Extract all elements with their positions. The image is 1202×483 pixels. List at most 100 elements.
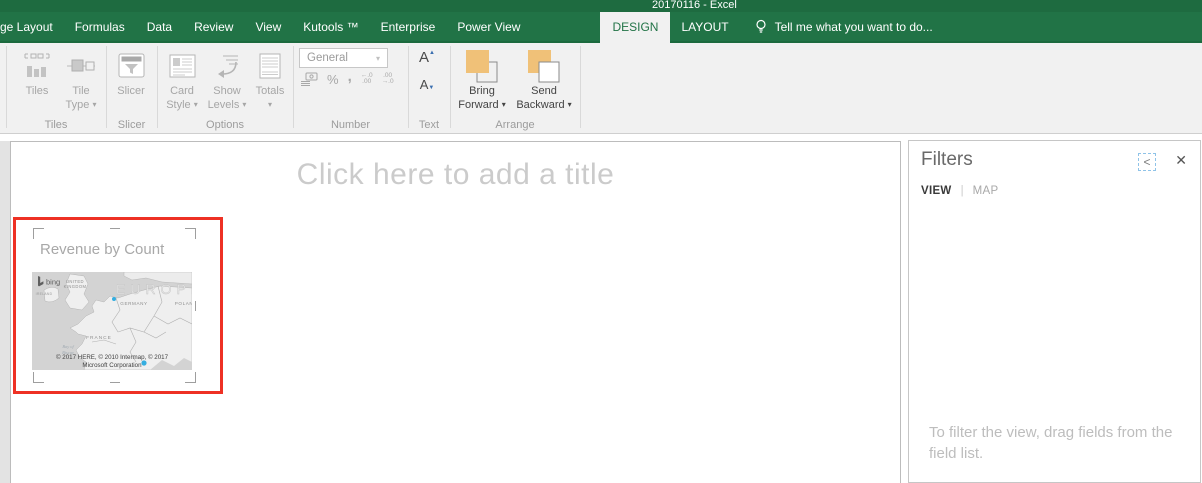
group-separator: [6, 46, 7, 128]
close-panel-button[interactable]: ✕: [1175, 152, 1187, 169]
tile-type-label-2: Type: [66, 99, 90, 111]
dropdown-arrow-icon: ▾: [194, 100, 198, 109]
options-group-label: Options: [157, 119, 293, 131]
dropdown-arrow-icon: ▾: [242, 100, 246, 109]
map-attribution-1: © 2017 HERE, © 2010 Intermap, © 2017: [56, 354, 169, 361]
decrease-font-size-button[interactable]: A▼: [412, 76, 442, 102]
map-label-kingdom: KINGDOM: [64, 284, 87, 289]
europe-map-image: EUROPE bing UNITED KINGDOM IRELAND GERMA…: [32, 272, 192, 370]
selection-handle[interactable]: [185, 228, 196, 239]
send-backward-label-2: Backward: [516, 99, 564, 111]
map-label-bay-1: Bay of: [62, 344, 74, 349]
group-separator: [408, 46, 409, 128]
decrease-decimal-bottom: →.0: [382, 78, 394, 85]
filters-tab-map[interactable]: MAP: [973, 185, 999, 197]
map-label-ireland: IRELAND: [36, 292, 53, 296]
tab-kutools[interactable]: Kutools ™: [292, 12, 369, 41]
filters-panel-title: Filters: [921, 149, 973, 171]
number-format-value: General: [307, 52, 348, 64]
selection-handle[interactable]: [33, 372, 44, 383]
group-separator: [293, 46, 294, 128]
filters-tab-view[interactable]: VIEW: [921, 185, 952, 197]
tab-power-view[interactable]: Power View: [446, 12, 531, 41]
map-data-point[interactable]: [112, 297, 116, 301]
bring-forward-label-2: Forward: [458, 99, 498, 111]
selection-handle[interactable]: [33, 228, 44, 239]
percent-style-button[interactable]: %: [327, 72, 339, 87]
map-region-label: EUROPE: [116, 281, 192, 297]
tab-review[interactable]: Review: [183, 12, 244, 41]
send-backward-icon: [526, 49, 562, 83]
bing-logo-text: bing: [46, 278, 60, 287]
card-style-label-2: Style: [166, 99, 190, 111]
dropdown-arrow-icon: ▾: [568, 100, 572, 109]
selection-handle[interactable]: [110, 382, 120, 383]
map-label-france: FRANCE: [86, 335, 112, 341]
group-separator: [580, 46, 581, 128]
dropdown-arrow-icon: ▾: [502, 100, 506, 109]
tab-view[interactable]: View: [244, 12, 292, 41]
grow-font-triangle-icon: ▲: [429, 50, 435, 56]
number-format-select[interactable]: General ▾: [299, 48, 388, 68]
filters-placeholder-text: To filter the view, drag fields from the…: [929, 422, 1187, 464]
shrink-font-triangle-icon: ▼: [428, 85, 434, 91]
close-icon: ✕: [1175, 152, 1187, 168]
tell-me-label: Tell me what you want to do...: [775, 20, 933, 34]
ribbon-tab-bar: ge Layout Formulas Data Review View Kuto…: [0, 12, 1202, 43]
group-separator: [106, 46, 107, 128]
excel-window: 20170116 - Excel ge Layout Formulas Data…: [0, 0, 1202, 483]
tiles-group-label: Tiles: [6, 119, 106, 131]
tab-separator: |: [961, 185, 964, 197]
bring-forward-icon: [464, 49, 500, 83]
show-levels-label-1: Show: [213, 85, 241, 97]
combo-dropdown-icon: ▾: [370, 50, 386, 66]
collapse-panel-button[interactable]: <: [1138, 153, 1156, 171]
text-group-label: Text: [408, 119, 450, 131]
number-icons-row: % , ←.0 .00 .00 →.0: [300, 71, 403, 87]
group-separator: [450, 46, 451, 128]
tiles-icon: [24, 53, 50, 79]
window-title: 20170116 - Excel: [652, 0, 737, 12]
map-attribution-2: Microsoft Corporation: [82, 362, 142, 369]
slicer-group-label: Slicer: [106, 119, 157, 131]
show-levels-label-2: Levels: [208, 99, 240, 111]
tab-enterprise[interactable]: Enterprise: [370, 12, 447, 41]
tab-formulas[interactable]: Formulas: [64, 12, 136, 41]
tell-me-box[interactable]: Tell me what you want to do...: [754, 12, 933, 41]
selection-handle[interactable]: [195, 301, 196, 311]
collapse-chevron-icon: <: [1143, 155, 1150, 169]
title-bar: 20170116 - Excel: [0, 0, 1202, 12]
card-style-icon: [169, 54, 196, 78]
tab-data[interactable]: Data: [136, 12, 183, 41]
ribbon: Tiles Tile Type ▾ Tiles Slicer Slicer: [0, 43, 1202, 134]
slicer-label: Slicer: [109, 85, 153, 99]
accounting-format-button[interactable]: [300, 72, 318, 86]
group-separator: [157, 46, 158, 128]
decrease-decimal-button[interactable]: .00 →.0: [382, 73, 394, 86]
bing-map[interactable]: EUROPE bing UNITED KINGDOM IRELAND GERMA…: [32, 272, 192, 370]
send-backward-label-1: Send: [531, 85, 557, 97]
bring-forward-label-1: Bring: [469, 85, 495, 97]
slicer-icon: [118, 53, 145, 79]
canvas-title-placeholder[interactable]: Click here to add a title: [11, 158, 900, 192]
card-style-label-1: Card: [170, 85, 194, 97]
filters-tabs: VIEW | MAP: [921, 185, 998, 197]
map-data-point[interactable]: [141, 360, 146, 365]
totals-label: Totals: [256, 85, 285, 97]
filters-panel: Filters < ✕ VIEW | MAP To filter the vie…: [908, 140, 1201, 483]
map-visual-selected[interactable]: Revenue by Count EUROPE bing: [13, 217, 223, 394]
tab-design-active[interactable]: DESIGN: [600, 12, 670, 41]
increase-decimal-bottom: .00: [362, 78, 371, 85]
tab-layout[interactable]: LAYOUT: [670, 12, 739, 41]
increase-font-size-button[interactable]: A▲: [412, 49, 442, 75]
tab-page-layout[interactable]: ge Layout: [0, 12, 64, 41]
comma-style-button[interactable]: ,: [348, 68, 352, 85]
increase-font-letter: A: [419, 49, 429, 66]
accounting-icon: [300, 72, 318, 86]
selection-handle[interactable]: [185, 372, 196, 383]
selection-handle[interactable]: [110, 228, 120, 229]
lightbulb-icon: [754, 19, 768, 34]
increase-decimal-button[interactable]: ←.0 .00: [361, 73, 373, 86]
number-group-label: Number: [293, 119, 408, 131]
map-label-poland: POLAND: [175, 301, 192, 306]
